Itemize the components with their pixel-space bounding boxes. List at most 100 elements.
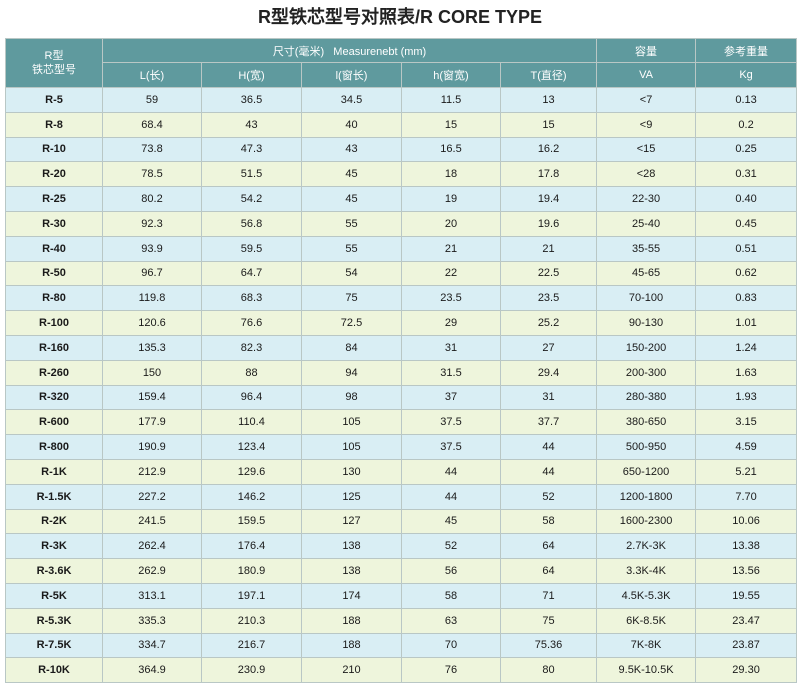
table-cell: 44 (499, 458, 598, 485)
table-cell: 2.7K-3K (596, 533, 697, 560)
table-row: R-800 190.9 123.4 105 37.5 44 500-950 4.59 (5, 434, 798, 460)
table-cell: 7K-8K (596, 632, 697, 659)
table-cell: 123.4 (201, 434, 302, 460)
table-cell: 54 (301, 260, 402, 287)
table-cell: 150 (102, 359, 202, 386)
table-cell: 19.6 (499, 210, 598, 237)
table-cell: 0.25 (695, 136, 798, 163)
table-row: R-320 159.4 96.4 98 37 31 280-380 1.93 (5, 384, 798, 411)
model-cell: R-80 (5, 285, 103, 312)
table-cell: 13.38 (695, 533, 798, 560)
table-row: R-80 119.8 68.3 75 23.5 23.5 70-100 0.83 (5, 285, 798, 312)
table-cell: 11.5 (401, 87, 501, 113)
table-cell: 31 (401, 334, 501, 361)
column-header-va: VA (596, 62, 697, 88)
model-cell: R-8 (5, 111, 103, 138)
table-row: R-260 150 88 94 31.5 29.4 200-300 1.63 (5, 359, 798, 386)
table-cell: 18 (401, 161, 501, 188)
table-cell: 56.8 (201, 210, 302, 237)
table-cell: 72.5 (301, 310, 402, 336)
table-cell: 138 (301, 533, 402, 560)
table-cell: 98 (301, 384, 402, 411)
model-cell: R-2K (5, 508, 103, 535)
table-cell: 45 (401, 508, 501, 535)
model-cell: R-3.6K (5, 558, 103, 584)
table-cell: 51.5 (201, 161, 302, 188)
table-cell: 16.2 (499, 136, 598, 163)
table-cell: 197.1 (201, 582, 302, 609)
table-cell: 650-1200 (596, 458, 697, 485)
table-cell: 34.5 (301, 87, 402, 113)
core-type-table: R型 铁芯型号 尺寸(毫米) Measurenebt (mm) 容量 参考重量 … (5, 38, 798, 684)
table-cell: 59.5 (201, 235, 302, 262)
table-cell: 119.8 (102, 285, 202, 312)
table-cell: 4.5K-5.3K (596, 582, 697, 609)
table-cell: 1.63 (695, 359, 798, 386)
table-cell: 15 (401, 111, 501, 138)
table-cell: 262.4 (102, 533, 202, 560)
table-cell: 73.8 (102, 136, 202, 163)
table-cell: 16.5 (401, 136, 501, 163)
table-cell: 130 (301, 458, 402, 485)
table-cell: <15 (596, 136, 697, 163)
column-header-window-width: h(窗宽) (401, 62, 501, 88)
model-cell: R-7.5K (5, 632, 103, 659)
capacity-header: 容量 (596, 38, 697, 63)
table-cell: 380-650 (596, 409, 697, 436)
model-cell: R-5 (5, 87, 103, 113)
table-cell: 92.3 (102, 210, 202, 237)
model-cell: R-320 (5, 384, 103, 411)
column-header-window-length: l(窗长) (301, 62, 402, 88)
table-cell: 105 (301, 409, 402, 436)
table-cell: 70 (401, 632, 501, 659)
table-cell: 56 (401, 558, 501, 584)
table-row: R-3K 262.4 176.4 138 52 64 2.7K-3K 13.38 (5, 533, 798, 560)
table-cell: 335.3 (102, 607, 202, 634)
table-cell: 159.5 (201, 508, 302, 535)
table-cell: 19.55 (695, 582, 798, 609)
table-cell: 19 (401, 186, 501, 212)
table-cell: 210 (301, 657, 402, 684)
table-cell: 88 (201, 359, 302, 386)
table-cell: 9.5K-10.5K (596, 657, 697, 684)
table-cell: 138 (301, 558, 402, 584)
table-cell: 27 (499, 334, 598, 361)
table-cell: 0.31 (695, 161, 798, 188)
table-cell: 3.15 (695, 409, 798, 436)
table-cell: <28 (596, 161, 697, 188)
table-row: R-600 177.9 110.4 105 37.5 37.7 380-650 3.15 (5, 409, 798, 436)
table-cell: 280-380 (596, 384, 697, 411)
table-cell: 200-300 (596, 359, 697, 386)
table-cell: 20 (401, 210, 501, 237)
table-cell: 45-65 (596, 260, 697, 287)
table-cell: 210.3 (201, 607, 302, 634)
table-cell: 75 (499, 607, 598, 634)
table-cell: 10.06 (695, 508, 798, 535)
model-cell: R-20 (5, 161, 103, 188)
table-cell: 159.4 (102, 384, 202, 411)
table-cell: 17.8 (499, 161, 598, 188)
table-row: R-2K 241.5 159.5 127 45 58 1600-2300 10.06 (5, 508, 798, 535)
table-row: R-100 120.6 76.6 72.5 29 25.2 90-130 1.01 (5, 310, 798, 336)
table-cell: 96.7 (102, 260, 202, 287)
table-row: R-25 80.2 54.2 45 19 19.4 22-30 0.40 (5, 186, 798, 212)
table-cell: 40 (301, 111, 402, 138)
table-cell: 7.70 (695, 483, 798, 510)
page-title: R型铁芯型号对照表/R CORE TYPE (257, 7, 543, 27)
table-cell: 64 (499, 558, 598, 584)
table-cell: 1600-2300 (596, 508, 697, 535)
table-cell: 188 (301, 632, 402, 659)
table-cell: 25-40 (596, 210, 697, 237)
table-cell: 19.4 (499, 186, 598, 212)
table-cell: 180.9 (201, 558, 302, 584)
table-cell: 13 (499, 87, 598, 113)
table-row: R-50 96.7 64.7 54 22 22.5 45-65 0.62 (5, 260, 798, 287)
model-cell: R-800 (5, 434, 103, 460)
table-cell: 230.9 (201, 657, 302, 684)
table-cell: 0.2 (695, 111, 798, 138)
model-cell: R-10K (5, 657, 103, 684)
table-row: R-7.5K 334.7 216.7 188 70 75.36 7K-8K 23.87 (5, 632, 798, 659)
model-cell: R-600 (5, 409, 103, 436)
table-cell: 212.9 (102, 458, 202, 485)
table-cell: 80.2 (102, 186, 202, 212)
